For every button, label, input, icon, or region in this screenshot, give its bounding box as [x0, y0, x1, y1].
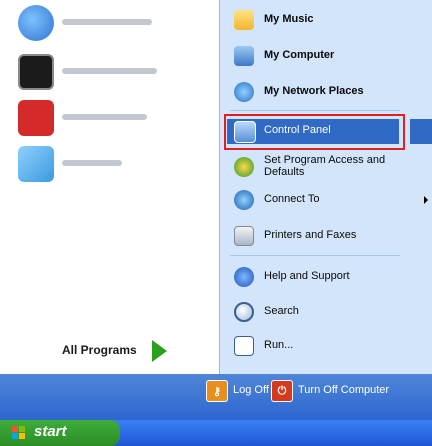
log-off-label: Log Off	[233, 384, 269, 396]
start-menu-footer: ⚷ Log Off ⏻ Turn Off Computer	[0, 374, 432, 420]
menu-item-label: Connect To	[264, 193, 320, 205]
menu-item-set-program-access[interactable]: Set Program Access and Defaults	[230, 153, 400, 181]
menu-item-printers-and-faxes[interactable]: Printers and Faxes	[230, 222, 400, 250]
music-folder-icon	[234, 10, 254, 30]
network-places-icon	[234, 82, 254, 102]
menu-item-connect-to[interactable]: Connect To	[230, 186, 400, 214]
menu-item-search[interactable]: Search	[230, 298, 400, 326]
menu-item-run[interactable]: Run...	[230, 332, 400, 360]
all-programs-label: All Programs	[62, 343, 137, 357]
menu-item-label: My Music	[264, 13, 314, 25]
start-button[interactable]: start	[0, 420, 120, 446]
menu-separator	[230, 255, 400, 256]
search-icon	[234, 302, 254, 322]
menu-separator	[230, 110, 400, 111]
blurred-program-name	[62, 19, 152, 25]
connect-to-icon	[234, 190, 254, 210]
turn-off-label: Turn Off Computer	[298, 384, 390, 396]
all-programs-button[interactable]: All Programs	[62, 338, 182, 364]
menu-item-label: My Network Places	[264, 85, 364, 97]
log-off-icon: ⚷	[206, 380, 228, 402]
menu-item-label: Help and Support	[264, 270, 350, 282]
windows-logo-icon	[12, 426, 26, 440]
highlight-annotation-box	[224, 114, 405, 150]
windows-update-icon	[18, 5, 54, 41]
menu-item-label: My Computer	[264, 49, 335, 61]
menu-item-my-music[interactable]: My Music	[230, 6, 400, 34]
printer-icon	[234, 226, 254, 246]
menu-item-label: Search	[264, 305, 299, 317]
menu-item-label: Run...	[264, 339, 294, 351]
adobe-reader-icon	[18, 100, 54, 136]
recent-program-notepad[interactable]	[18, 146, 208, 182]
recent-program-adobe-reader[interactable]	[18, 100, 208, 136]
computer-icon	[234, 46, 254, 66]
run-icon	[234, 336, 254, 356]
menu-item-my-computer[interactable]: My Computer	[230, 42, 400, 70]
blurred-program-name	[62, 68, 157, 74]
help-icon	[234, 267, 254, 287]
notepad-icon	[18, 146, 54, 182]
menu-item-help-and-support[interactable]: Help and Support	[230, 263, 400, 291]
command-prompt-icon	[18, 54, 54, 90]
power-icon: ⏻	[271, 380, 293, 402]
blurred-program-name	[62, 160, 122, 166]
selection-edge	[410, 119, 432, 144]
recent-program-windows-update[interactable]	[18, 5, 208, 41]
start-label: start	[34, 423, 67, 440]
submenu-arrow-icon	[424, 196, 428, 204]
blurred-program-name	[62, 114, 147, 120]
menu-item-label: Printers and Faxes	[264, 229, 357, 241]
menu-item-label: Set Program Access and Defaults	[264, 154, 386, 178]
program-access-icon	[234, 157, 254, 177]
start-menu-left-pane: All Programs	[0, 0, 219, 374]
menu-item-my-network-places[interactable]: My Network Places	[230, 78, 400, 106]
all-programs-arrow-icon	[152, 340, 167, 362]
recent-program-command-prompt[interactable]	[18, 54, 208, 90]
